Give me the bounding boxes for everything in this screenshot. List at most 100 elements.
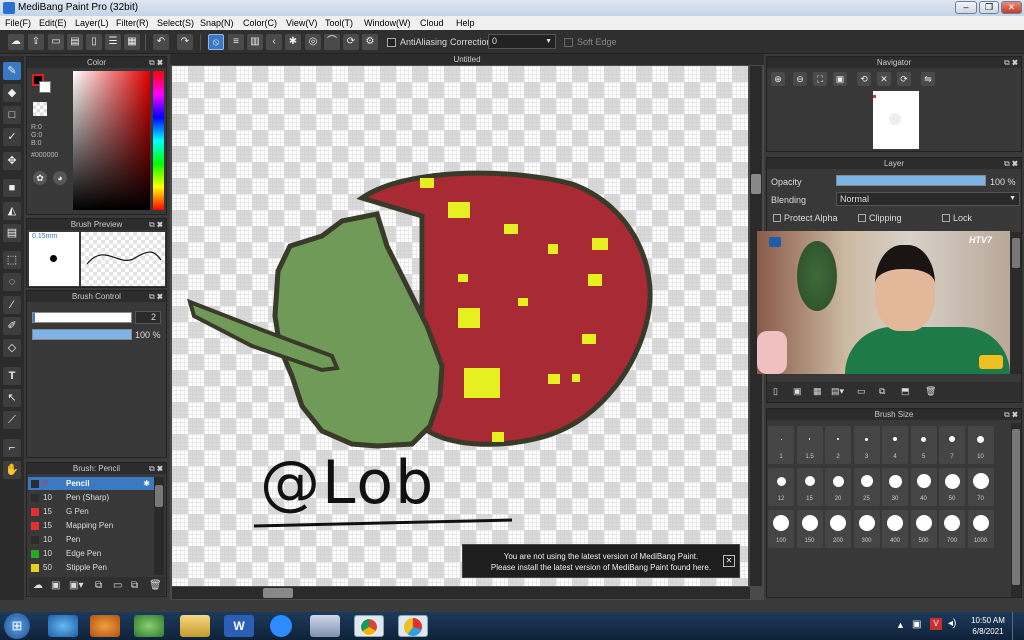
palette-icon[interactable]: ✿	[33, 171, 47, 185]
lasso-tool-icon[interactable]: ◌	[3, 273, 21, 291]
brush-item-mapping-pen[interactable]: 15 Mapping Pen	[28, 519, 154, 532]
brush-tool-icon[interactable]: ✎	[3, 62, 21, 80]
soft-edge-checkbox[interactable]	[564, 38, 573, 47]
layer-opacity-slider[interactable]	[836, 175, 986, 186]
rotate-reset-icon[interactable]: ✕	[877, 72, 891, 86]
screen-icon[interactable]	[310, 615, 340, 637]
operation-tool-icon[interactable]: ↖	[3, 389, 21, 407]
brush-size-cell[interactable]: 70	[967, 468, 994, 506]
brush-size-scrollbar[interactable]	[1011, 423, 1021, 597]
menu-cloud[interactable]: Cloud	[420, 16, 444, 30]
menu-select[interactable]: Select(S)	[157, 16, 194, 30]
flip-icon[interactable]: ⇋	[921, 72, 935, 86]
brush-item-pen[interactable]: 10 Pen	[28, 533, 154, 546]
panel-close-icon[interactable]: ⧉ ✖	[149, 291, 163, 302]
brush-list-scrollbar[interactable]	[154, 477, 164, 575]
internet-explorer-icon[interactable]	[48, 615, 78, 637]
panel-close-icon[interactable]: ⧉ ✖	[1004, 158, 1018, 169]
drawing-canvas[interactable]: @Lob	[172, 66, 748, 586]
brush-size-cell[interactable]: 7	[939, 426, 965, 464]
clock-date[interactable]: 6/8/2021	[968, 627, 1008, 636]
video-overlay[interactable]: HTV7	[757, 231, 1010, 374]
layer-menu-icon[interactable]: ▤▾	[831, 386, 844, 397]
pen-tool-icon[interactable]: ✓	[3, 128, 21, 146]
close-button[interactable]: ✕	[1001, 1, 1022, 14]
menu-help[interactable]: Help	[456, 16, 475, 30]
clipping-checkbox[interactable]	[858, 214, 866, 222]
select-tool-icon[interactable]: ⬚	[3, 251, 21, 269]
panel-close-icon[interactable]: ⧉ ✖	[149, 57, 163, 68]
brush-size-cell[interactable]: 300	[853, 510, 880, 548]
eraser-tool-icon[interactable]: ◆	[3, 84, 21, 102]
brush-folder-icon[interactable]: ▭	[113, 580, 122, 591]
brush-size-slider[interactable]	[32, 312, 132, 323]
file-explorer-icon[interactable]	[180, 615, 210, 637]
notification-close-icon[interactable]: ✕	[723, 555, 735, 567]
brush-size-cell[interactable]: 12	[768, 468, 794, 506]
cloud-icon[interactable]: ☁	[8, 34, 24, 50]
undo-icon[interactable]: ↶	[153, 34, 169, 50]
tray-arrow-icon[interactable]: ▲	[896, 620, 905, 630]
brush-duplicate-icon[interactable]: ⧉	[131, 580, 138, 591]
brush-size-cell[interactable]: 15	[796, 468, 823, 506]
chrome-icon[interactable]	[354, 615, 384, 637]
parallel-snap-icon[interactable]: ≡	[228, 34, 244, 50]
brush-item-pen-sharp[interactable]: 10 Pen (Sharp)	[28, 491, 154, 504]
share-icon[interactable]: ⇪	[28, 34, 44, 50]
fill-shape-icon[interactable]: ■	[3, 179, 21, 197]
zoom-icon[interactable]	[270, 615, 292, 637]
media-player-icon[interactable]	[90, 615, 120, 637]
word-icon[interactable]: W	[224, 615, 254, 637]
brush-size-cell[interactable]: 100	[768, 510, 794, 548]
brush-size-cell[interactable]: 200	[825, 510, 851, 548]
magic-wand-icon[interactable]: ⁄	[3, 296, 21, 314]
show-desktop-button[interactable]	[1012, 612, 1024, 640]
brush-copy-icon[interactable]: ⧉	[95, 580, 102, 591]
zoom-in-icon[interactable]: ⊕	[771, 72, 785, 86]
select-eraser-icon[interactable]: ◇	[3, 339, 21, 357]
hand-tool-icon[interactable]: ✋	[3, 461, 21, 479]
canvas-horizontal-scrollbar[interactable]	[172, 587, 750, 599]
panel-close-icon[interactable]: ⧉ ✖	[149, 219, 163, 230]
brush-opacity-slider[interactable]	[32, 329, 132, 340]
protect-alpha-checkbox[interactable]	[773, 214, 781, 222]
brush-size-cell[interactable]: 150	[796, 510, 823, 548]
lock-checkbox[interactable]	[942, 214, 950, 222]
brush-size-cell[interactable]: 500	[910, 510, 937, 548]
curve-snap-icon[interactable]: ⌒	[324, 34, 340, 50]
rotate-left-icon[interactable]: ⟲	[857, 72, 871, 86]
panel-close-icon[interactable]: ⧉ ✖	[1004, 409, 1018, 420]
fit-screen-icon[interactable]: ⛶	[813, 72, 827, 86]
grid-icon[interactable]: ▦	[124, 34, 140, 50]
brush-size-cell[interactable]: 4	[882, 426, 908, 464]
menu-window[interactable]: Window(W)	[364, 16, 411, 30]
clock-time[interactable]: 10:50 AM	[968, 616, 1008, 625]
circle-snap-icon[interactable]: ◎	[305, 34, 321, 50]
divide-tool-icon[interactable]: ⟋	[3, 411, 21, 429]
brush-size-cell[interactable]: 50	[939, 468, 965, 506]
page-icon[interactable]: ▯	[86, 34, 102, 50]
menu-file[interactable]: File(F)	[5, 16, 31, 30]
brush-size-input[interactable]: 2	[135, 311, 161, 324]
brush-item-pencil[interactable]: 2 Pencil ✱	[28, 477, 154, 490]
menu-view[interactable]: View(V)	[286, 16, 317, 30]
navigator-thumbnail[interactable]	[873, 91, 919, 149]
brush-settings-icon[interactable]: ✱	[143, 477, 150, 490]
chat-icon[interactable]: ▤	[67, 34, 83, 50]
brush-item-g-pen[interactable]: 15 G Pen	[28, 505, 154, 518]
move-tool-icon[interactable]: ✥	[3, 152, 21, 170]
layer-folder-icon[interactable]: ▭	[857, 386, 866, 397]
menu-layer[interactable]: Layer(L)	[75, 16, 109, 30]
text-tool-icon[interactable]: T	[3, 367, 21, 385]
panel-close-icon[interactable]: ⧉ ✖	[149, 463, 163, 474]
brush-cloud-icon[interactable]: ☁	[33, 580, 43, 591]
merge-layer-icon[interactable]: ⬒	[901, 386, 910, 397]
brush-delete-icon[interactable]: 🗑	[149, 580, 162, 591]
add-brush-icon[interactable]: ▣	[51, 580, 60, 591]
volume-icon[interactable]: ◂)	[948, 618, 956, 629]
brush-size-cell[interactable]: 25	[853, 468, 880, 506]
gradient-tool-icon[interactable]: ▤	[3, 224, 21, 242]
saturation-value-picker[interactable]	[73, 71, 150, 210]
canvas-tab[interactable]: Untitled	[170, 54, 764, 65]
start-button[interactable]: ⊞	[4, 613, 30, 639]
